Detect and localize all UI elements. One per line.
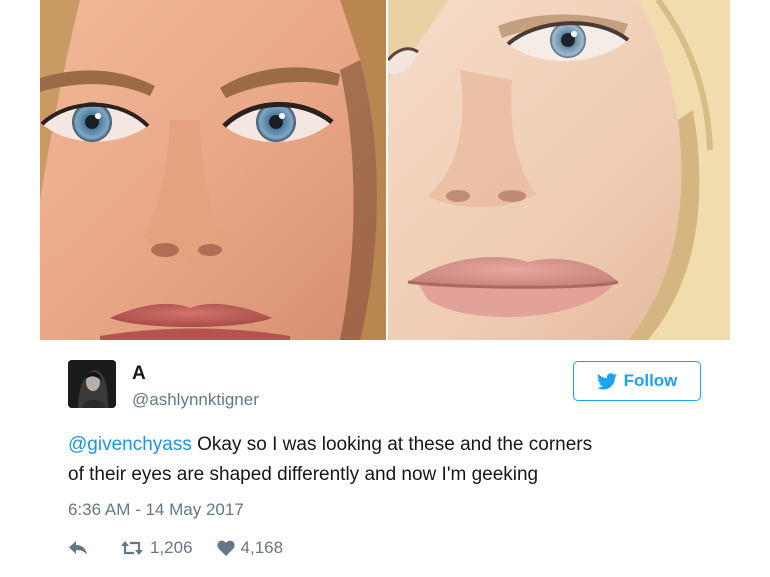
- reply-button[interactable]: [68, 540, 88, 556]
- twitter-bird-icon: [596, 372, 617, 389]
- follow-button[interactable]: Follow: [573, 361, 701, 401]
- retweet-button[interactable]: 1,206: [120, 538, 193, 558]
- retweet-icon: [121, 541, 143, 555]
- like-button[interactable]: 4,168: [216, 538, 284, 558]
- tweet-text-line2: of their eyes are shaped differently and…: [68, 464, 539, 485]
- author-display-name[interactable]: A: [132, 364, 146, 384]
- face-photo-left: [40, 0, 386, 340]
- face-photo-right: [388, 0, 730, 340]
- avatar[interactable]: [68, 360, 116, 408]
- tweet-actions: 1,206 4,168: [68, 537, 283, 559]
- author-handle[interactable]: @ashlynnktigner: [132, 390, 259, 410]
- tweet-embed: A @ashlynnktigner Follow @givenchyass Ok…: [0, 0, 770, 577]
- follow-label: Follow: [623, 371, 678, 390]
- heart-icon: [216, 540, 235, 556]
- like-count: 4,168: [240, 538, 284, 557]
- tweet-text: @givenchyass Okay so I was looking at th…: [68, 430, 728, 490]
- mention-link[interactable]: @givenchyass: [68, 434, 192, 455]
- tweet-text-line1: Okay so I was looking at these and the c…: [191, 434, 593, 455]
- reply-arrow-icon: [69, 541, 87, 555]
- retweet-count: 1,206: [150, 538, 193, 557]
- tweet-timestamp[interactable]: 6:36 AM - 14 May 2017: [68, 500, 244, 520]
